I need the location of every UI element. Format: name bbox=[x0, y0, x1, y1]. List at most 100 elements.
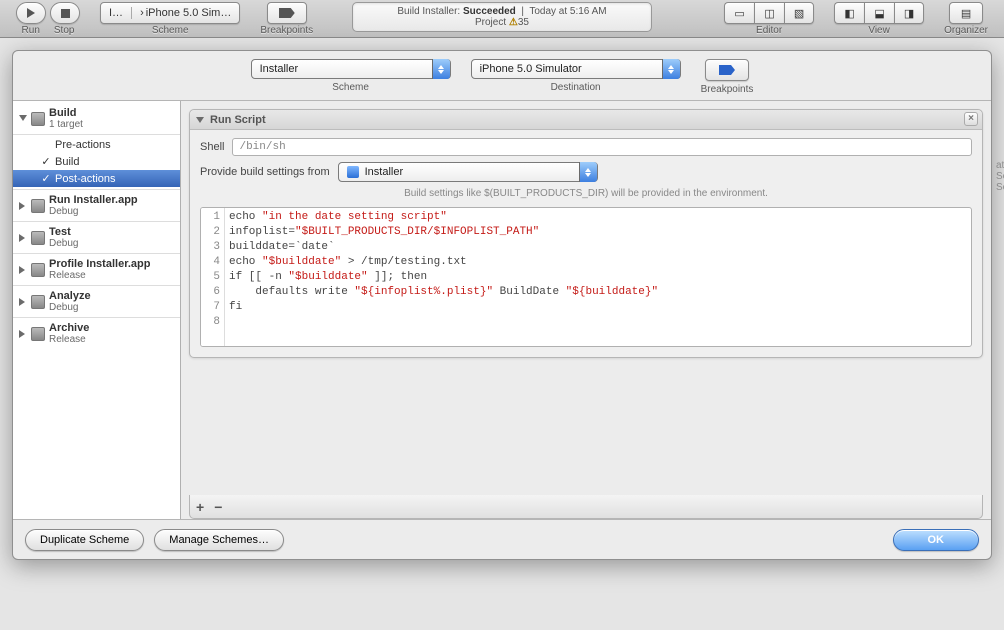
outline-post-actions[interactable]: ✓ Post-actions bbox=[13, 170, 180, 187]
disclosure-open-icon[interactable] bbox=[196, 117, 204, 123]
disclosure-closed-icon bbox=[19, 234, 27, 242]
close-icon[interactable]: × bbox=[964, 112, 978, 126]
outline-title: Profile Installer.app bbox=[49, 258, 150, 270]
status-time: Today at 5:16 AM bbox=[529, 6, 606, 17]
popup-arrows-icon bbox=[662, 59, 680, 79]
scheme-editor-sheet: Installer Scheme iPhone 5.0 Simulator De… bbox=[12, 50, 992, 560]
editor-label: Editor bbox=[756, 25, 782, 36]
outline-title: Build bbox=[49, 107, 77, 119]
breakpoint-icon bbox=[279, 8, 295, 18]
outline-profile[interactable]: Profile Installer.appRelease bbox=[13, 256, 180, 283]
sheet-breakpoints-label: Breakpoints bbox=[701, 84, 754, 95]
disclosure-closed-icon bbox=[19, 298, 27, 306]
outline-subtitle: Debug bbox=[49, 206, 138, 217]
scheme-selector[interactable]: I… › iPhone 5.0 Sim… bbox=[100, 2, 240, 24]
target-icon bbox=[31, 112, 45, 126]
assistant-editor-button[interactable]: ◫ bbox=[754, 2, 784, 24]
ok-button[interactable]: OK bbox=[893, 529, 980, 551]
activity-status: Build Installer: Succeeded | Today at 5:… bbox=[352, 2, 652, 32]
provide-settings-value: Installer bbox=[365, 166, 404, 178]
outline-test[interactable]: TestDebug bbox=[13, 224, 180, 251]
outline-title: Archive bbox=[49, 322, 89, 334]
sheet-destination-popup[interactable]: iPhone 5.0 Simulator bbox=[471, 59, 681, 79]
outline-child-label: Pre-actions bbox=[55, 139, 111, 151]
toggle-utilities-button[interactable]: ◨ bbox=[894, 2, 924, 24]
remove-action-button[interactable]: − bbox=[214, 499, 222, 515]
toggle-debug-button[interactable]: ⬓ bbox=[864, 2, 894, 24]
toggle-navigator-button[interactable]: ◧ bbox=[834, 2, 864, 24]
breakpoints-toolbar-label: Breakpoints bbox=[260, 25, 313, 36]
outline-title: Analyze bbox=[49, 290, 91, 302]
provide-settings-popup[interactable]: Installer bbox=[338, 162, 598, 182]
outline-run[interactable]: Run Installer.appDebug bbox=[13, 192, 180, 219]
organizer-button[interactable]: ▤ bbox=[949, 2, 983, 24]
editor-pane: Run Script × Shell Provide build setting… bbox=[181, 101, 991, 519]
disclosure-closed-icon bbox=[19, 266, 27, 274]
sheet-bottom-bar: Duplicate Scheme Manage Schemes… OK bbox=[13, 519, 991, 559]
sheet-destination-label: Destination bbox=[551, 82, 601, 93]
add-action-button[interactable]: + bbox=[196, 499, 204, 515]
run-script-panel: Run Script × Shell Provide build setting… bbox=[189, 109, 983, 358]
main-toolbar: Run Stop I… › iPhone 5.0 Sim… Scheme Bre… bbox=[0, 0, 1004, 38]
stop-icon bbox=[61, 9, 70, 18]
target-icon bbox=[31, 231, 45, 245]
target-icon bbox=[31, 295, 45, 309]
outline-build[interactable]: Build1 target bbox=[13, 105, 180, 132]
line-gutter: 12345678 bbox=[201, 208, 225, 346]
check-icon: ✓ bbox=[41, 155, 51, 168]
disclosure-closed-icon bbox=[19, 330, 27, 338]
outline-subtitle: Debug bbox=[49, 302, 91, 313]
outline-pre-actions[interactable]: Pre-actions bbox=[13, 137, 180, 153]
stop-label: Stop bbox=[54, 25, 75, 36]
scheme-destination: iPhone 5.0 Sim… bbox=[146, 7, 232, 19]
provide-settings-label: Provide build settings from bbox=[200, 166, 330, 178]
status-result: Succeeded bbox=[463, 6, 516, 17]
outline-analyze[interactable]: AnalyzeDebug bbox=[13, 288, 180, 315]
scheme-name: I… bbox=[101, 7, 132, 19]
run-label: Run bbox=[22, 25, 40, 36]
warning-count: 35 bbox=[518, 17, 529, 28]
popup-arrows-icon bbox=[432, 59, 450, 79]
outline-subtitle: Release bbox=[49, 334, 89, 345]
run-button[interactable] bbox=[16, 2, 46, 24]
organizer-label: Organizer bbox=[944, 25, 988, 36]
outline-build-inner[interactable]: ✓ Build bbox=[13, 153, 180, 170]
shell-input[interactable] bbox=[232, 138, 972, 156]
view-label: View bbox=[868, 25, 890, 36]
duplicate-scheme-button[interactable]: Duplicate Scheme bbox=[25, 529, 144, 551]
manage-schemes-button[interactable]: Manage Schemes… bbox=[154, 529, 284, 551]
outline-subtitle: Debug bbox=[49, 238, 78, 249]
outline-child-label: Build bbox=[55, 156, 79, 168]
editor-mode-segment[interactable]: ▭ ◫ ▧ bbox=[724, 2, 814, 24]
version-editor-button[interactable]: ▧ bbox=[784, 2, 814, 24]
breakpoints-button[interactable] bbox=[267, 2, 307, 24]
outline-title: Run Installer.app bbox=[49, 194, 138, 206]
script-code[interactable]: echo "in the date setting script" infopl… bbox=[225, 208, 971, 346]
script-editor[interactable]: 12345678 echo "in the date setting scrip… bbox=[200, 207, 972, 347]
view-segment[interactable]: ◧ ⬓ ◨ bbox=[834, 2, 924, 24]
outline-title: Test bbox=[49, 226, 71, 238]
sheet-scheme-value: Installer bbox=[260, 63, 299, 75]
sheet-destination-value: iPhone 5.0 Simulator bbox=[480, 63, 582, 75]
editor-footer: + − bbox=[189, 495, 983, 519]
scheme-outline[interactable]: Build1 target Pre-actions ✓Build ✓Post-a… bbox=[13, 101, 181, 519]
outline-subtitle: 1 target bbox=[49, 119, 83, 130]
outline-subtitle: Release bbox=[49, 270, 150, 281]
scheme-toolbar-label: Scheme bbox=[152, 25, 189, 36]
disclosure-open-icon bbox=[19, 115, 27, 123]
outline-child-label: Post-actions bbox=[55, 173, 116, 185]
sheet-breakpoints-button[interactable] bbox=[705, 59, 749, 81]
sheet-scheme-popup[interactable]: Installer bbox=[251, 59, 451, 79]
status-prefix: Build Installer: bbox=[397, 6, 463, 17]
outline-archive[interactable]: ArchiveRelease bbox=[13, 320, 180, 347]
warning-icon: ⚠ bbox=[509, 17, 518, 28]
panel-title: Run Script bbox=[210, 114, 266, 126]
check-icon: ✓ bbox=[41, 172, 51, 185]
target-icon bbox=[31, 263, 45, 277]
stop-button[interactable] bbox=[50, 2, 80, 24]
shell-label: Shell bbox=[200, 141, 224, 153]
play-icon bbox=[27, 8, 35, 18]
obscured-inspector-edge: atiSeSe bbox=[996, 160, 1004, 193]
standard-editor-button[interactable]: ▭ bbox=[724, 2, 754, 24]
disclosure-closed-icon bbox=[19, 202, 27, 210]
